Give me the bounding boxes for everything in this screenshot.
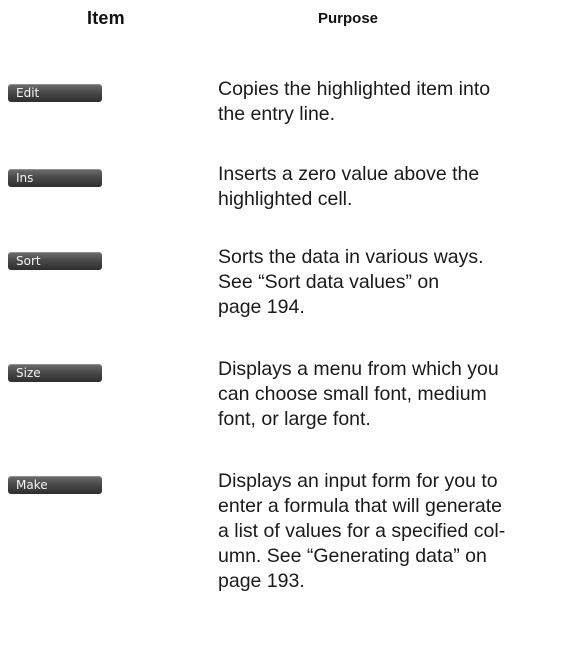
ins-softkey: Ins [8,169,102,187]
description-line: Inserts a zero value above the [218,163,480,185]
description-line: page 194. [218,296,305,318]
softkey-label: Size [16,366,41,380]
size-softkey: Size [8,364,102,382]
make-softkey: Make [8,476,102,494]
softkey-label: Edit [16,86,40,100]
column-header-item: Item [87,8,125,28]
description-line: Displays an input form for you to [218,470,498,492]
description-line: a list of values for a specified col- [218,520,506,542]
description-line: enter a formula that will generate [218,495,502,517]
row-description: Copies the highlighted item into the ent… [218,77,563,127]
description-line: page 193. [218,570,305,592]
sort-softkey: Sort [8,252,102,270]
edit-softkey: Edit [8,84,102,102]
description-line: umn. See “Generating data” on [218,545,487,567]
description-line: the entry line. [218,103,336,125]
description-line: See “Sort data values” on [218,271,440,293]
row-description: Displays an input form for you to enter … [218,469,563,594]
description-line: Copies the highlighted item into [218,78,491,100]
row-description: Inserts a zero value above the highlight… [218,162,563,212]
description-line: Sorts the data in various ways. [218,246,484,268]
description-line: Displays a menu from which you [218,358,499,380]
table-header: Item Purpose [0,0,566,40]
description-line: font, or large font. [218,408,371,430]
description-line: highlighted cell. [218,188,353,210]
softkey-label: Make [16,478,48,492]
row-description: Sorts the data in various ways. See “Sor… [218,245,563,320]
row-description: Displays a menu from which you can choos… [218,357,563,432]
softkey-label: Ins [16,171,34,185]
column-header-purpose: Purpose [318,10,379,27]
description-line: can choose small font, medium [218,383,487,405]
softkey-label: Sort [16,254,41,268]
